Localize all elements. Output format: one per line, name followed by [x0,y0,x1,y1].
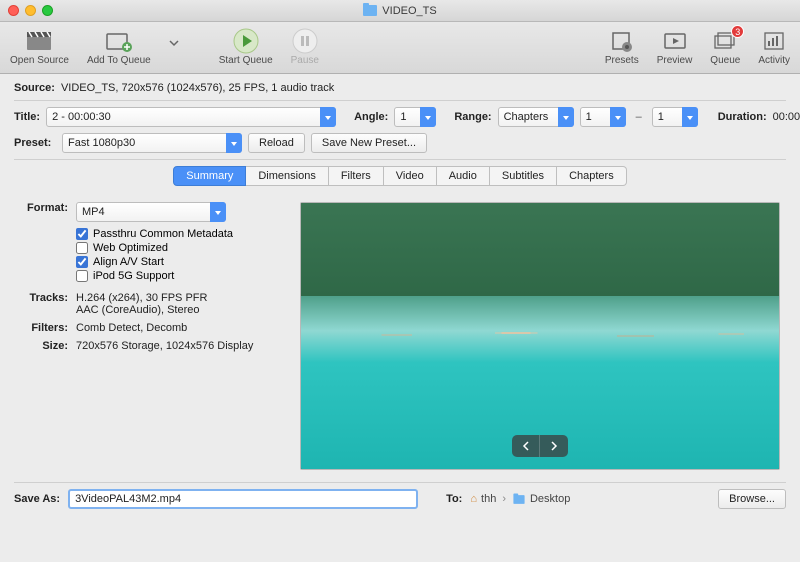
duration-value: 00:00:30 [773,111,800,123]
open-source-label: Open Source [10,55,69,66]
ipod-checkbox[interactable]: iPod 5G Support [76,270,280,282]
activity-button[interactable]: Activity [758,29,790,66]
reload-button[interactable]: Reload [248,133,305,153]
window-title: VIDEO_TS [382,5,436,17]
close-icon[interactable] [8,5,19,16]
activity-icon [760,29,788,53]
passthru-checkbox[interactable]: Passthru Common Metadata [76,228,280,240]
title-label: Title: [14,111,40,123]
saveas-row: Save As: To: ⌂ thh › Desktop Browse... [0,483,800,519]
format-select[interactable]: MP4 [76,202,226,222]
tracks-line1: H.264 (x264), 30 FPS PFR [76,292,280,304]
queue-button[interactable]: 3 Queue [710,29,740,66]
browse-button[interactable]: Browse... [718,489,786,509]
source-label: Source: [14,82,55,94]
preset-select[interactable]: Fast 1080p30 [62,133,242,153]
saveas-label: Save As: [14,493,60,505]
add-queue-icon [105,29,133,53]
tab-dimensions[interactable]: Dimensions [246,166,328,186]
activity-label: Activity [758,55,790,66]
titlebar: VIDEO_TS [0,0,800,22]
dest-user: thh [481,493,496,505]
destination-path: ⌂ thh › Desktop [470,493,570,505]
range-from-select[interactable]: 1 [580,107,626,127]
preview-button[interactable]: Preview [657,29,693,66]
size-label: Size: [20,340,68,352]
start-queue-button[interactable]: Start Queue [219,29,273,66]
tab-subtitles[interactable]: Subtitles [490,166,557,186]
range-dash: – [636,111,642,123]
preview-label: Preview [657,55,693,66]
open-source-button[interactable]: Open Source [10,29,69,66]
play-icon [232,29,260,53]
presets-button[interactable]: Presets [605,29,639,66]
tab-filters[interactable]: Filters [329,166,384,186]
home-icon: ⌂ [470,493,477,505]
chevron-down-icon[interactable] [169,39,179,47]
range-label: Range: [454,111,491,123]
toolbar: Open Source Add To Queue Start Queue Pau… [0,22,800,74]
content-area: Source: VIDEO_TS, 720x576 (1024x576), 25… [0,74,800,476]
duration-label: Duration: [718,111,767,123]
tab-chapters[interactable]: Chapters [557,166,627,186]
web-optimized-checkbox[interactable]: Web Optimized [76,242,280,254]
queue-label: Queue [710,55,740,66]
window-controls [8,5,53,16]
to-label: To: [446,493,462,505]
title-select[interactable]: 2 - 00:00:30 [46,107,336,127]
start-queue-label: Start Queue [219,55,273,66]
preset-label: Preset: [14,137,56,149]
format-label: Format: [20,202,68,222]
preview-area [300,202,780,470]
pause-label: Pause [291,55,319,66]
preview-nav [512,435,568,457]
presets-label: Presets [605,55,639,66]
pause-button[interactable]: Pause [291,29,319,66]
tracks-line2: AAC (CoreAudio), Stereo [76,304,280,316]
presets-icon [608,29,636,53]
save-new-preset-button[interactable]: Save New Preset... [311,133,427,153]
preview-next-button[interactable] [540,435,568,457]
source-value: VIDEO_TS, 720x576 (1024x576), 25 FPS, 1 … [61,82,334,94]
size-value: 720x576 Storage, 1024x576 Display [76,340,280,352]
filters-label: Filters: [20,322,68,334]
range-to-select[interactable]: 1 [652,107,698,127]
maximize-icon[interactable] [42,5,53,16]
tab-summary[interactable]: Summary [173,166,246,186]
saveas-input[interactable] [68,489,418,509]
add-to-queue-label: Add To Queue [87,55,151,66]
minimize-icon[interactable] [25,5,36,16]
range-type-select[interactable]: Chapters [498,107,574,127]
folder-icon [513,495,524,504]
tracks-label: Tracks: [20,292,68,316]
tab-video[interactable]: Video [384,166,437,186]
align-av-checkbox[interactable]: Align A/V Start [76,256,280,268]
summary-pane: Format: MP4 Passthru Common Metadata Web… [14,196,786,470]
add-to-queue-button[interactable]: Add To Queue [87,29,151,66]
queue-icon: 3 [711,29,739,53]
filters-value: Comb Detect, Decomb [76,322,280,334]
folder-icon [363,5,377,16]
tabs: Summary Dimensions Filters Video Audio S… [173,166,626,186]
pause-icon [291,29,319,53]
dest-folder: Desktop [530,493,570,505]
preview-icon [661,29,689,53]
chevron-right-icon: › [502,493,506,505]
preview-prev-button[interactable] [512,435,540,457]
clapperboard-icon [25,29,53,53]
angle-select[interactable]: 1 [394,107,436,127]
angle-label: Angle: [354,111,388,123]
tab-audio[interactable]: Audio [437,166,490,186]
queue-badge: 3 [731,25,744,38]
